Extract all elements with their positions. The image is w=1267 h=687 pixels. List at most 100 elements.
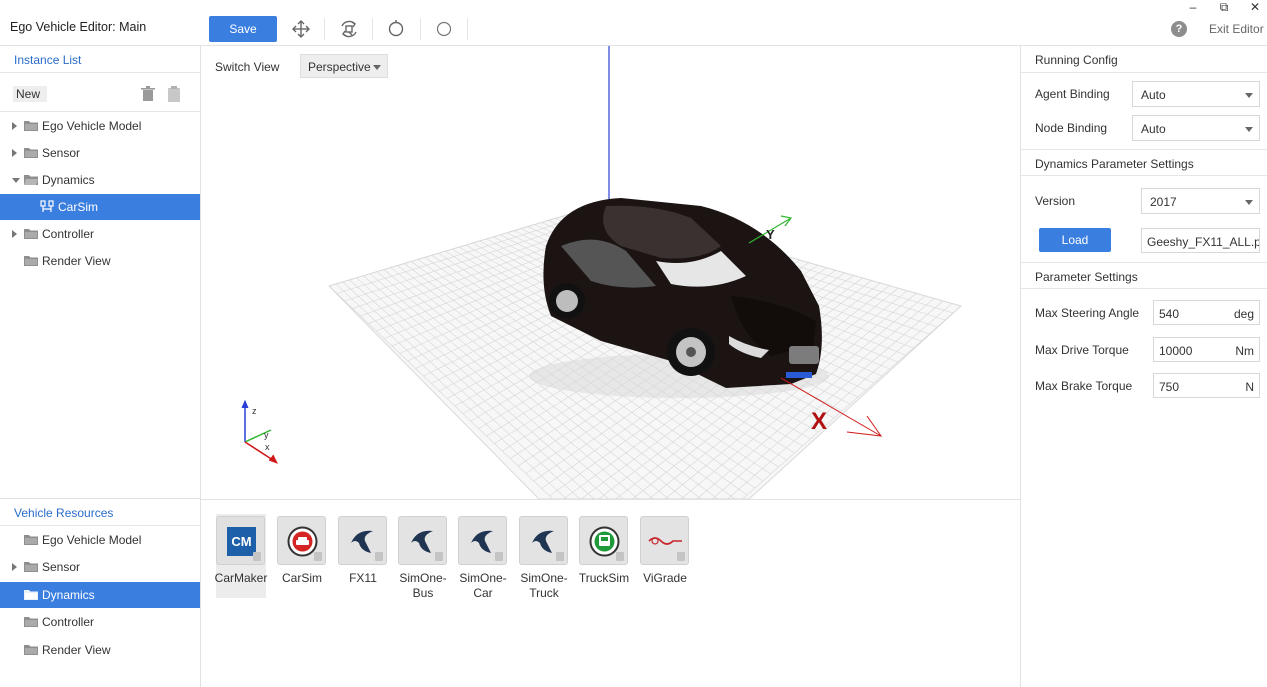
resource-tile[interactable]: CM: [216, 516, 265, 565]
max-steering-input[interactable]: 540 deg: [1153, 300, 1260, 325]
resource-tree-sensor[interactable]: Sensor: [0, 554, 200, 580]
agent-binding-value: Auto: [1141, 88, 1166, 102]
chevron-down-icon: [1245, 93, 1253, 98]
resource-tile[interactable]: [519, 516, 568, 565]
resource-tile[interactable]: [277, 516, 326, 565]
expand-caret-icon[interactable]: [12, 149, 17, 157]
node-binding-dropdown[interactable]: Auto: [1132, 115, 1260, 141]
running-config-header: Running Config: [1021, 46, 1267, 73]
tree-item-label: Render View: [42, 254, 111, 268]
par-file-field[interactable]: Geeshy_FX11_ALL.par: [1141, 228, 1260, 253]
resource-tree-ego-vehicle-model[interactable]: Ego Vehicle Model: [0, 527, 200, 553]
resource-name: TruckSim: [578, 571, 630, 585]
orientation-gizmo: z y x: [241, 399, 279, 464]
node-binding-label: Node Binding: [1035, 121, 1108, 135]
carmaker-icon: CM: [227, 527, 256, 556]
max-brake-value: 750: [1159, 380, 1180, 394]
resource-name: ViGrade: [643, 571, 687, 585]
tree-item-label: Dynamics: [42, 588, 95, 602]
version-label: Version: [1035, 194, 1076, 208]
max-steering-label: Max Steering Angle: [1035, 306, 1140, 320]
resource-tile[interactable]: [338, 516, 387, 565]
resource-tree-controller[interactable]: Controller: [0, 609, 200, 635]
collapse-caret-icon[interactable]: [12, 178, 20, 183]
resource-gallery: CM CarMaker CarSim FX11 SimOne- Bus SimO…: [201, 500, 1020, 687]
tree-item-dynamics[interactable]: Dynamics: [0, 167, 200, 193]
tree-item-label: Render View: [42, 643, 111, 657]
restore-icon[interactable]: ⧉: [1216, 0, 1232, 15]
y-axis-label: Y: [766, 227, 775, 242]
tree-item-ego-vehicle-model[interactable]: Ego Vehicle Model: [0, 113, 200, 139]
tree-item-render-view[interactable]: Render View: [0, 248, 200, 274]
tree-item-label: Sensor: [42, 146, 81, 160]
lock-icon: [314, 552, 322, 561]
folder-icon: [24, 535, 38, 545]
max-steering-value: 540: [1159, 307, 1180, 321]
max-brake-input[interactable]: 750 N: [1153, 373, 1260, 398]
lock-icon: [435, 552, 443, 561]
resource-tree-render-view[interactable]: Render View: [0, 637, 200, 663]
toolbar-divider: [467, 18, 468, 40]
lock-icon: [616, 552, 624, 561]
agent-binding-dropdown[interactable]: Auto: [1132, 81, 1260, 107]
tree-item-controller[interactable]: Controller: [0, 221, 200, 247]
tree-item-label: Sensor: [42, 560, 81, 574]
folder-open-icon: [24, 175, 38, 185]
switch-view-label: Switch View: [215, 60, 280, 74]
resource-tile[interactable]: [640, 516, 689, 565]
help-icon[interactable]: ?: [1171, 21, 1187, 37]
dynamics-settings-title: Dynamics Parameter Settings: [1035, 157, 1194, 171]
dynamics-node-icon: [40, 200, 54, 212]
circle-icon[interactable]: [385, 18, 407, 40]
expand-caret-icon[interactable]: [12, 230, 17, 238]
rotate-view-icon[interactable]: [338, 18, 360, 40]
running-config-title: Running Config: [1035, 53, 1118, 67]
load-button[interactable]: Load: [1039, 228, 1111, 252]
vigrade-icon: [648, 537, 682, 545]
expand-caret-icon[interactable]: [12, 122, 17, 130]
tree-item-carsim[interactable]: CarSim: [0, 194, 200, 220]
toolbar-divider: [324, 18, 325, 40]
exit-editor-button[interactable]: Exit Editor: [1209, 22, 1264, 36]
max-drive-unit: Nm: [1235, 344, 1254, 358]
3d-viewport[interactable]: Y X z y x Switch View Perspective: [201, 46, 1020, 499]
left-panel: Instance List New Ego Vehicle Model Sens…: [0, 46, 201, 687]
resource-tile[interactable]: [398, 516, 447, 565]
top-toolbar: Ego Vehicle Editor: Main Save – ⧉ ✕ ? Ex…: [0, 0, 1267, 46]
window-title: Ego Vehicle Editor: Main: [10, 20, 147, 34]
divider: [0, 111, 200, 112]
scene-canvas[interactable]: Y X z y x: [201, 46, 1020, 499]
tree-item-sensor[interactable]: Sensor: [0, 140, 200, 166]
vehicle-model[interactable]: [529, 198, 829, 398]
resource-tile[interactable]: [458, 516, 507, 565]
new-button[interactable]: New: [13, 86, 47, 102]
tree-item-label: Ego Vehicle Model: [42, 119, 142, 133]
folder-icon: [24, 590, 38, 600]
lock-icon: [495, 552, 503, 561]
save-button[interactable]: Save: [209, 16, 277, 42]
folder-icon: [24, 617, 38, 627]
resource-tree-dynamics[interactable]: Dynamics: [0, 582, 200, 608]
circle-outline-icon[interactable]: [433, 18, 455, 40]
tree-item-label: Dynamics: [42, 173, 95, 187]
version-dropdown[interactable]: 2017: [1141, 188, 1260, 214]
view-mode-dropdown[interactable]: Perspective: [300, 54, 388, 78]
folder-icon: [24, 256, 38, 266]
folder-icon: [24, 121, 38, 131]
expand-caret-icon[interactable]: [12, 563, 17, 571]
max-drive-input[interactable]: 10000 Nm: [1153, 337, 1260, 362]
chevron-down-icon: [1245, 127, 1253, 132]
resource-tile[interactable]: [579, 516, 628, 565]
delete-icon[interactable]: [141, 86, 155, 102]
par-file-name: Geeshy_FX11_ALL.par: [1147, 235, 1260, 249]
view-mode-value: Perspective: [308, 60, 371, 74]
minimize-icon[interactable]: –: [1185, 0, 1201, 14]
node-binding-value: Auto: [1141, 122, 1166, 136]
folder-icon: [24, 148, 38, 158]
move-icon[interactable]: [290, 18, 312, 40]
paste-icon[interactable]: [167, 86, 181, 102]
resource-name: CarSim: [281, 571, 322, 585]
svg-text:z: z: [252, 406, 257, 416]
editor-window: Ego Vehicle Editor: Main Save – ⧉ ✕ ? Ex…: [0, 0, 1267, 687]
close-icon[interactable]: ✕: [1247, 0, 1263, 14]
